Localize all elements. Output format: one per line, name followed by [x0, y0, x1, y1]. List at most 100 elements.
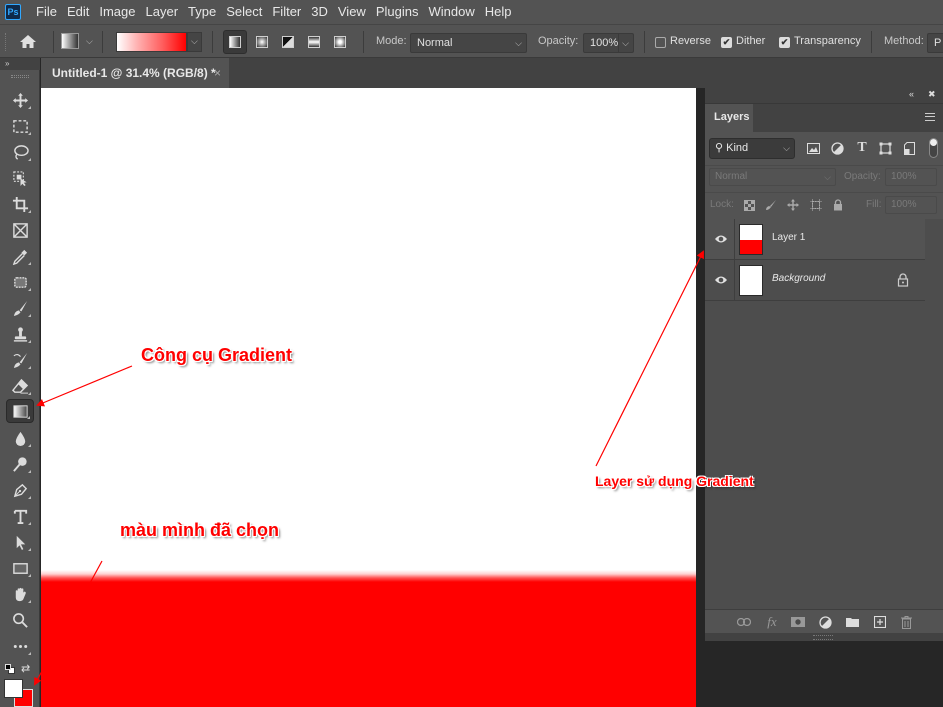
fx-icon[interactable]: fx: [764, 614, 780, 630]
gradient-tool[interactable]: [6, 399, 34, 423]
method-dropdown[interactable]: P: [927, 33, 943, 53]
eye-icon[interactable]: [714, 274, 728, 286]
toolbar-grip[interactable]: [11, 75, 29, 78]
reflected-gradient-button[interactable]: [302, 30, 326, 54]
gradient-editor-swatch[interactable]: [116, 32, 187, 52]
mode-dropdown[interactable]: Normal ⌵: [410, 33, 527, 53]
lock-icon[interactable]: [897, 273, 909, 287]
clone-stamp-tool[interactable]: [6, 322, 34, 346]
edit-toolbar-button[interactable]: [6, 634, 34, 658]
path-selection-tool[interactable]: [6, 530, 34, 554]
add-mask-button[interactable]: [790, 614, 806, 630]
filter-smart-objects-button[interactable]: [901, 140, 917, 156]
document-canvas[interactable]: [41, 88, 696, 707]
type-tool[interactable]: [6, 504, 34, 528]
mode-value: Normal: [417, 37, 453, 49]
chevron-down-icon[interactable]: ⌵: [86, 36, 93, 47]
move-tool[interactable]: [6, 88, 34, 112]
lock-position-button[interactable]: [786, 198, 800, 212]
menu-type[interactable]: Type: [183, 0, 221, 24]
menu-image[interactable]: Image: [94, 0, 140, 24]
lock-artboard-button[interactable]: [809, 198, 823, 212]
dither-checkbox[interactable]: ✔: [721, 37, 732, 48]
spot-healing-brush-tool[interactable]: [6, 270, 34, 294]
panel-resize-grip[interactable]: [705, 633, 943, 641]
menu-window[interactable]: Window: [423, 0, 479, 24]
diamond-gradient-button[interactable]: [328, 30, 352, 54]
gradient-dropdown-button[interactable]: ⌵: [187, 32, 202, 52]
lock-transparent-pixels-button[interactable]: [742, 198, 756, 212]
canvas-area: [41, 88, 705, 707]
home-button[interactable]: [18, 32, 38, 52]
blur-tool[interactable]: [6, 426, 34, 450]
filter-kind-dropdown[interactable]: ⚲ Kind ⌵: [709, 138, 795, 159]
menu-filter[interactable]: Filter: [267, 0, 306, 24]
linear-gradient-button[interactable]: [223, 30, 247, 54]
zoom-tool[interactable]: [6, 608, 34, 632]
layer-row-background[interactable]: Background: [705, 260, 925, 301]
eraser-tool[interactable]: [6, 374, 34, 398]
layer-opacity-field[interactable]: 100%: [885, 168, 937, 186]
brush-tool[interactable]: [6, 296, 34, 320]
filter-adjustment-layers-button[interactable]: [829, 140, 845, 156]
lock-image-pixels-button[interactable]: [764, 198, 778, 212]
panel-menu-icon[interactable]: [925, 113, 935, 121]
new-layer-button[interactable]: [872, 614, 888, 630]
default-fg-icon: [5, 664, 11, 670]
blend-mode-dropdown[interactable]: Normal ⌵: [709, 168, 836, 186]
menu-help[interactable]: Help: [480, 0, 517, 24]
menu-edit[interactable]: Edit: [62, 0, 94, 24]
marquee-tool[interactable]: [6, 114, 34, 138]
object-selection-tool[interactable]: [6, 166, 34, 190]
menu-view[interactable]: View: [333, 0, 371, 24]
fill-field[interactable]: 100%: [885, 196, 937, 214]
swap-colors-icon[interactable]: ⇄: [21, 662, 30, 675]
filter-shape-layers-button[interactable]: [877, 140, 893, 156]
pen-tool[interactable]: [6, 478, 34, 502]
close-icon[interactable]: ✖: [928, 89, 936, 100]
foreground-color-swatch[interactable]: [4, 679, 23, 698]
reverse-checkbox[interactable]: [655, 37, 666, 48]
document-tab[interactable]: Untitled-1 @ 31.4% (RGB/8) * ×: [41, 58, 229, 88]
toolbar-expand-button[interactable]: »: [0, 58, 40, 70]
default-colors-button[interactable]: [5, 664, 15, 674]
eyedropper-tool[interactable]: [6, 244, 34, 268]
link-layers-button[interactable]: [736, 614, 752, 630]
menu-plugins[interactable]: Plugins: [371, 0, 424, 24]
frame-icon: [12, 222, 28, 238]
delete-layer-button[interactable]: [898, 614, 914, 630]
new-adjustment-layer-button[interactable]: [817, 614, 833, 630]
crop-tool[interactable]: [6, 192, 34, 216]
hand-tool[interactable]: [6, 582, 34, 606]
filter-toggle-switch[interactable]: [929, 138, 938, 158]
annotation-gradient-tool: Công cụ Gradient: [141, 345, 293, 365]
lasso-tool[interactable]: [6, 140, 34, 164]
rectangle-tool[interactable]: [6, 556, 34, 580]
menu-file[interactable]: File: [31, 0, 62, 24]
options-grip[interactable]: [5, 33, 7, 51]
frame-tool[interactable]: [6, 218, 34, 242]
menu-3d[interactable]: 3D: [306, 0, 333, 24]
search-icon: ⚲: [715, 142, 724, 154]
gradient-preset-picker[interactable]: [61, 33, 79, 49]
eye-icon[interactable]: [714, 233, 728, 245]
filter-type-layers-icon[interactable]: T: [854, 140, 870, 156]
angle-gradient-button[interactable]: [276, 30, 300, 54]
tab-layers[interactable]: Layers: [705, 104, 753, 132]
new-group-button[interactable]: [844, 614, 860, 630]
menu-select[interactable]: Select: [221, 0, 267, 24]
dodge-tool[interactable]: [6, 452, 34, 476]
lock-all-button[interactable]: [831, 198, 845, 212]
panel-dock-header[interactable]: « ✖: [705, 88, 943, 104]
transparency-checkbox[interactable]: ✔: [779, 37, 790, 48]
pen-icon: [13, 483, 27, 497]
history-brush-tool[interactable]: [6, 348, 34, 372]
layer-opacity-value: 100%: [891, 171, 917, 182]
menu-layer[interactable]: Layer: [141, 0, 184, 24]
radial-gradient-button[interactable]: [250, 30, 274, 54]
filter-pixel-layers-button[interactable]: [805, 140, 821, 156]
opacity-field[interactable]: 100% ⌵: [583, 33, 634, 53]
layer-row-layer-1[interactable]: Layer 1: [705, 219, 925, 260]
collapse-icon[interactable]: «: [909, 89, 914, 99]
close-icon[interactable]: ×: [214, 58, 221, 88]
